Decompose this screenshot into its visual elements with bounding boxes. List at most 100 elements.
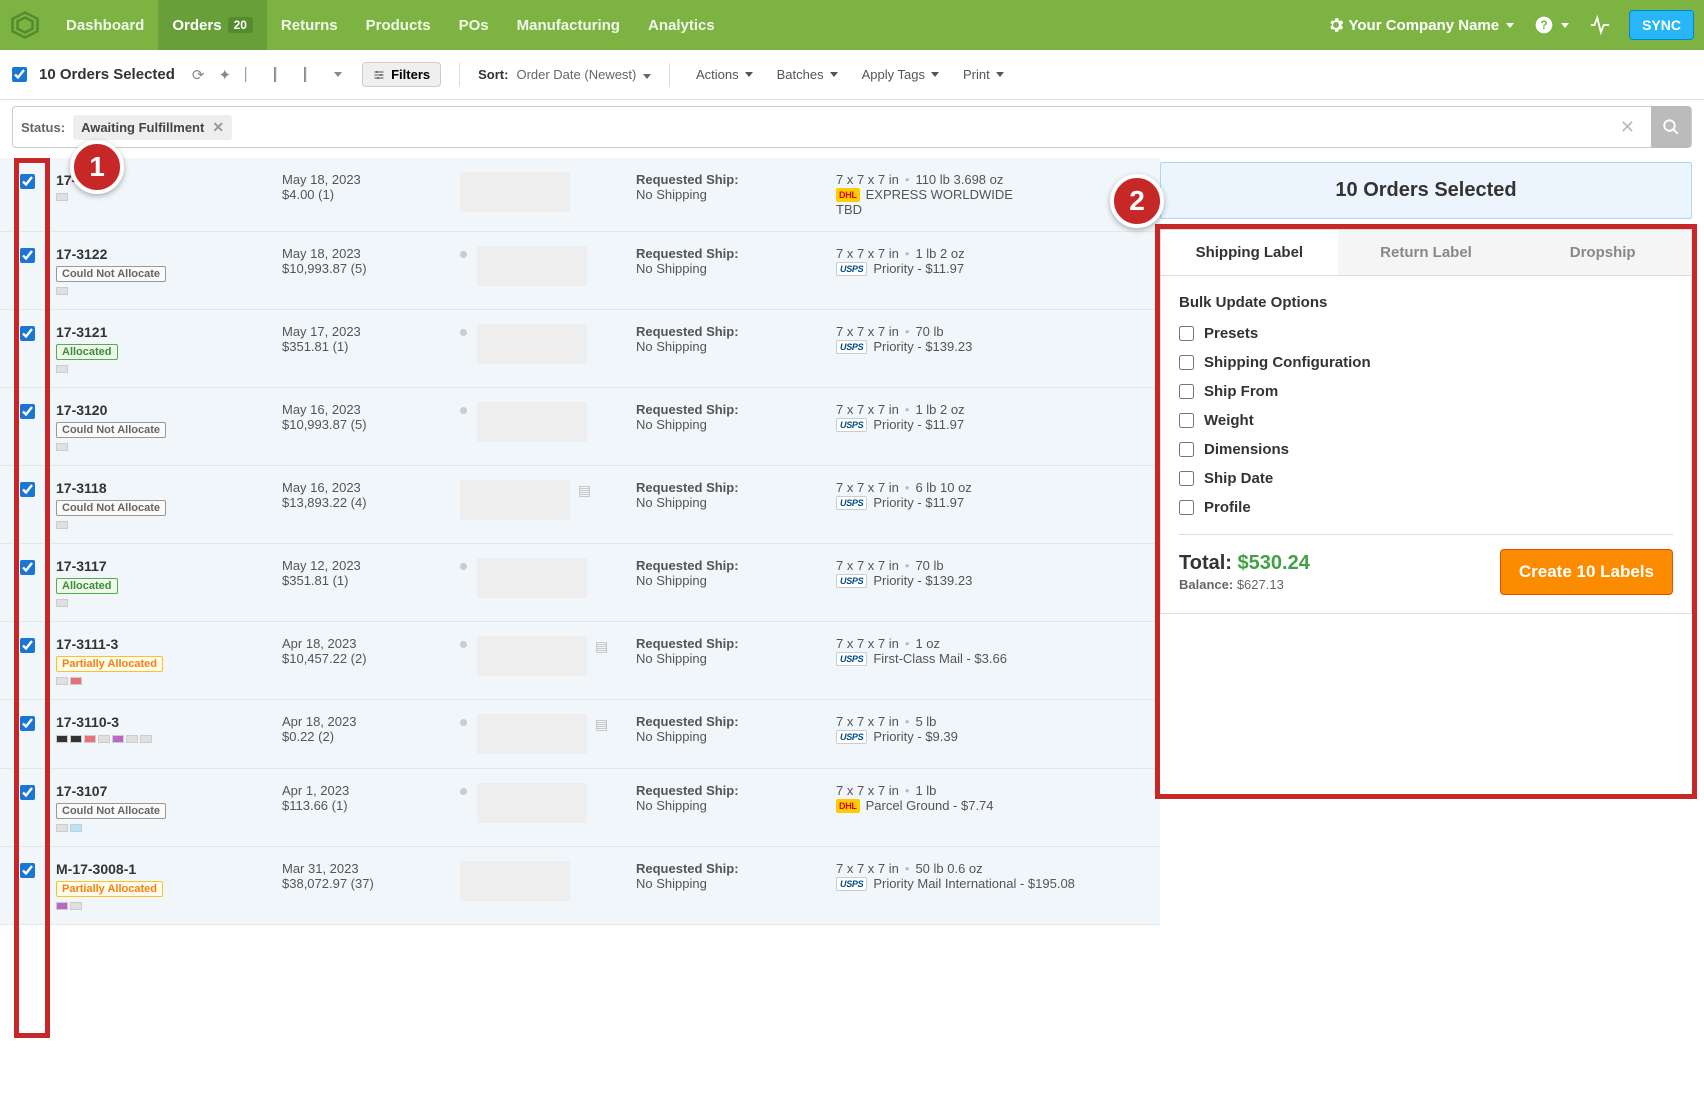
- bulk-option[interactable]: Shipping Configuration: [1179, 354, 1673, 371]
- top-navbar: Dashboard Orders 20 Returns Products POs…: [0, 0, 1704, 50]
- nav-dashboard[interactable]: Dashboard: [52, 0, 158, 50]
- filters-button[interactable]: Filters: [362, 62, 441, 87]
- print-menu[interactable]: Print: [955, 67, 1012, 82]
- row-checkbox[interactable]: [20, 326, 35, 341]
- tag-swatches: [56, 443, 282, 451]
- order-row[interactable]: 17-3110-3 Apr 18, 2023 $0.22 (2) ▤ Reque…: [0, 700, 1160, 769]
- orders-toolbar: 10 Orders Selected ⟳ ✦ ⎸⎹⎸⎹⎸ Filters Sor…: [0, 50, 1704, 100]
- order-id[interactable]: 17-3122: [56, 246, 282, 262]
- order-row[interactable]: 17- May 18, 2023 $4.00 (1) Requested Shi…: [0, 158, 1160, 232]
- nav-manufacturing[interactable]: Manufacturing: [503, 0, 634, 50]
- bulk-option[interactable]: Dimensions: [1179, 441, 1673, 458]
- dims-label: 7 x 7 x 7 in: [836, 172, 899, 187]
- product-thumbnail: [460, 480, 570, 520]
- bulk-option-label: Profile: [1204, 499, 1251, 516]
- dims-label: 7 x 7 x 7 in: [836, 480, 899, 495]
- search-button[interactable]: [1651, 106, 1691, 148]
- batches-menu[interactable]: Batches: [769, 67, 846, 82]
- caret-down-icon[interactable]: [334, 72, 342, 77]
- bulk-option-checkbox[interactable]: [1179, 384, 1194, 399]
- shipping-value: No Shipping: [636, 495, 836, 510]
- bulk-option[interactable]: Weight: [1179, 412, 1673, 429]
- tab-dropship[interactable]: Dropship: [1514, 230, 1691, 275]
- order-date: May 18, 2023: [282, 172, 460, 187]
- row-checkbox[interactable]: [20, 785, 35, 800]
- order-id[interactable]: M-17-3008-1: [56, 861, 282, 877]
- bulk-option-checkbox[interactable]: [1179, 471, 1194, 486]
- requested-ship-label: Requested Ship:: [636, 783, 836, 798]
- nav-analytics[interactable]: Analytics: [634, 0, 729, 50]
- tab-shipping-label[interactable]: Shipping Label: [1161, 230, 1338, 275]
- bulk-option[interactable]: Profile: [1179, 499, 1673, 516]
- order-date: May 12, 2023: [282, 558, 460, 573]
- callout-2: 2: [1110, 174, 1164, 228]
- sparkle-icon[interactable]: ✦: [216, 66, 235, 84]
- apply-tags-menu[interactable]: Apply Tags: [854, 67, 947, 82]
- tag-swatch: [126, 735, 138, 743]
- help-menu[interactable]: ?: [1524, 15, 1579, 35]
- shipping-value: No Shipping: [636, 339, 836, 354]
- refresh-icon[interactable]: ⟳: [189, 66, 208, 84]
- row-checkbox[interactable]: [20, 248, 35, 263]
- order-id[interactable]: 17-3110-3: [56, 714, 282, 730]
- company-menu[interactable]: Your Company Name: [1317, 16, 1525, 34]
- nav-pos[interactable]: POs: [445, 0, 503, 50]
- row-checkbox[interactable]: [20, 404, 35, 419]
- bulk-option[interactable]: Presets: [1179, 325, 1673, 342]
- activity-menu[interactable]: [1579, 14, 1621, 36]
- order-row[interactable]: 17-3111-3 Partially Allocated Apr 18, 20…: [0, 622, 1160, 700]
- order-id[interactable]: 17-3117: [56, 558, 282, 574]
- bulk-option[interactable]: Ship Date: [1179, 470, 1673, 487]
- order-id[interactable]: 17-3107: [56, 783, 282, 799]
- create-labels-button[interactable]: Create 10 Labels: [1500, 549, 1673, 595]
- close-icon[interactable]: ✕: [212, 119, 224, 136]
- row-checkbox[interactable]: [20, 716, 35, 731]
- order-row[interactable]: 17-3121 Allocated May 17, 2023 $351.81 (…: [0, 310, 1160, 388]
- order-row[interactable]: 17-3122 Could Not Allocate May 18, 2023 …: [0, 232, 1160, 310]
- sort-dropdown[interactable]: Order Date (Newest): [516, 67, 651, 82]
- filter-chip-status[interactable]: Awaiting Fulfillment ✕: [73, 115, 232, 140]
- order-row[interactable]: 17-3117 Allocated May 12, 2023 $351.81 (…: [0, 544, 1160, 622]
- row-checkbox[interactable]: [20, 638, 35, 653]
- order-row[interactable]: 17-3118 Could Not Allocate May 16, 2023 …: [0, 466, 1160, 544]
- nav-orders[interactable]: Orders 20: [158, 0, 267, 50]
- bulk-option-checkbox[interactable]: [1179, 326, 1194, 341]
- nav-products[interactable]: Products: [352, 0, 445, 50]
- order-amount: $13,893.22 (4): [282, 495, 460, 510]
- filter-bar: Status: Awaiting Fulfillment ✕ ✕: [12, 106, 1692, 148]
- row-checkbox[interactable]: [20, 560, 35, 575]
- clear-filters-icon[interactable]: ✕: [1612, 117, 1643, 138]
- requested-ship-label: Requested Ship:: [636, 402, 836, 417]
- tag-swatch: [70, 677, 82, 685]
- tab-return-label[interactable]: Return Label: [1338, 230, 1515, 275]
- row-checkbox[interactable]: [20, 482, 35, 497]
- tag-swatch: [56, 443, 68, 451]
- caret-down-icon: [643, 74, 651, 79]
- order-date: Apr 1, 2023: [282, 783, 460, 798]
- order-id[interactable]: 17-3121: [56, 324, 282, 340]
- order-row[interactable]: M-17-3008-1 Partially Allocated Mar 31, …: [0, 847, 1160, 925]
- service-label: Parcel Ground - $7.74: [866, 798, 994, 813]
- carrier-badge: DHL: [836, 799, 860, 813]
- bulk-option-checkbox[interactable]: [1179, 355, 1194, 370]
- nav-returns[interactable]: Returns: [267, 0, 352, 50]
- order-row[interactable]: 17-3120 Could Not Allocate May 16, 2023 …: [0, 388, 1160, 466]
- bulk-option[interactable]: Ship From: [1179, 383, 1673, 400]
- weight-label: 1 lb 2 oz: [915, 246, 964, 261]
- requested-ship-label: Requested Ship:: [636, 324, 836, 339]
- barcode-icon[interactable]: ⎸⎹⎸⎹⎸: [242, 66, 323, 83]
- order-row[interactable]: 17-3107 Could Not Allocate Apr 1, 2023 $…: [0, 769, 1160, 847]
- select-all-checkbox[interactable]: [12, 67, 27, 82]
- row-checkbox[interactable]: [20, 863, 35, 878]
- order-id[interactable]: 17-3111-3: [56, 636, 282, 652]
- order-id[interactable]: 17-3118: [56, 480, 282, 496]
- bulk-option-checkbox[interactable]: [1179, 413, 1194, 428]
- bulk-option-checkbox[interactable]: [1179, 500, 1194, 515]
- bulk-option-checkbox[interactable]: [1179, 442, 1194, 457]
- order-id[interactable]: 17-3120: [56, 402, 282, 418]
- row-checkbox[interactable]: [20, 174, 35, 189]
- product-thumbnail: [460, 172, 570, 212]
- sync-button[interactable]: SYNC: [1629, 10, 1694, 40]
- status-dot-icon: [460, 788, 467, 795]
- actions-menu[interactable]: Actions: [688, 67, 761, 82]
